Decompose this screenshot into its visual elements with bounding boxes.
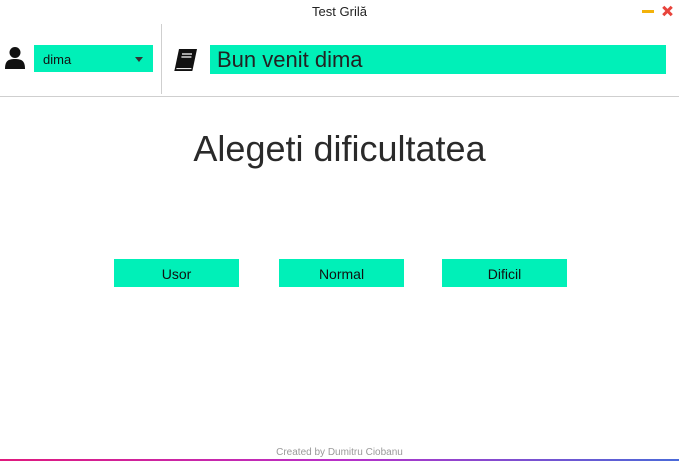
user-icon (5, 47, 25, 69)
minimize-icon[interactable] (642, 10, 654, 13)
header-divider (161, 24, 162, 94)
welcome-banner: Bun venit dima (210, 45, 666, 74)
difficulty-hard-button[interactable]: Dificil (442, 259, 567, 287)
user-select-value: dima (43, 52, 72, 67)
chevron-down-icon (135, 57, 143, 62)
title-bar: Test Grilă (0, 0, 679, 24)
difficulty-easy-button[interactable]: Usor (114, 259, 239, 287)
header-bar: dima Bun venit dima (0, 24, 679, 97)
difficulty-normal-button[interactable]: Normal (279, 259, 404, 287)
book-icon (174, 49, 197, 71)
window-title: Test Grilă (312, 4, 367, 19)
footer-credit: Created by Dumitru Ciobanu (276, 447, 403, 458)
page-title: Alegeti dificultatea (193, 128, 486, 169)
user-select[interactable]: dima (34, 45, 153, 72)
close-icon[interactable] (659, 3, 675, 19)
